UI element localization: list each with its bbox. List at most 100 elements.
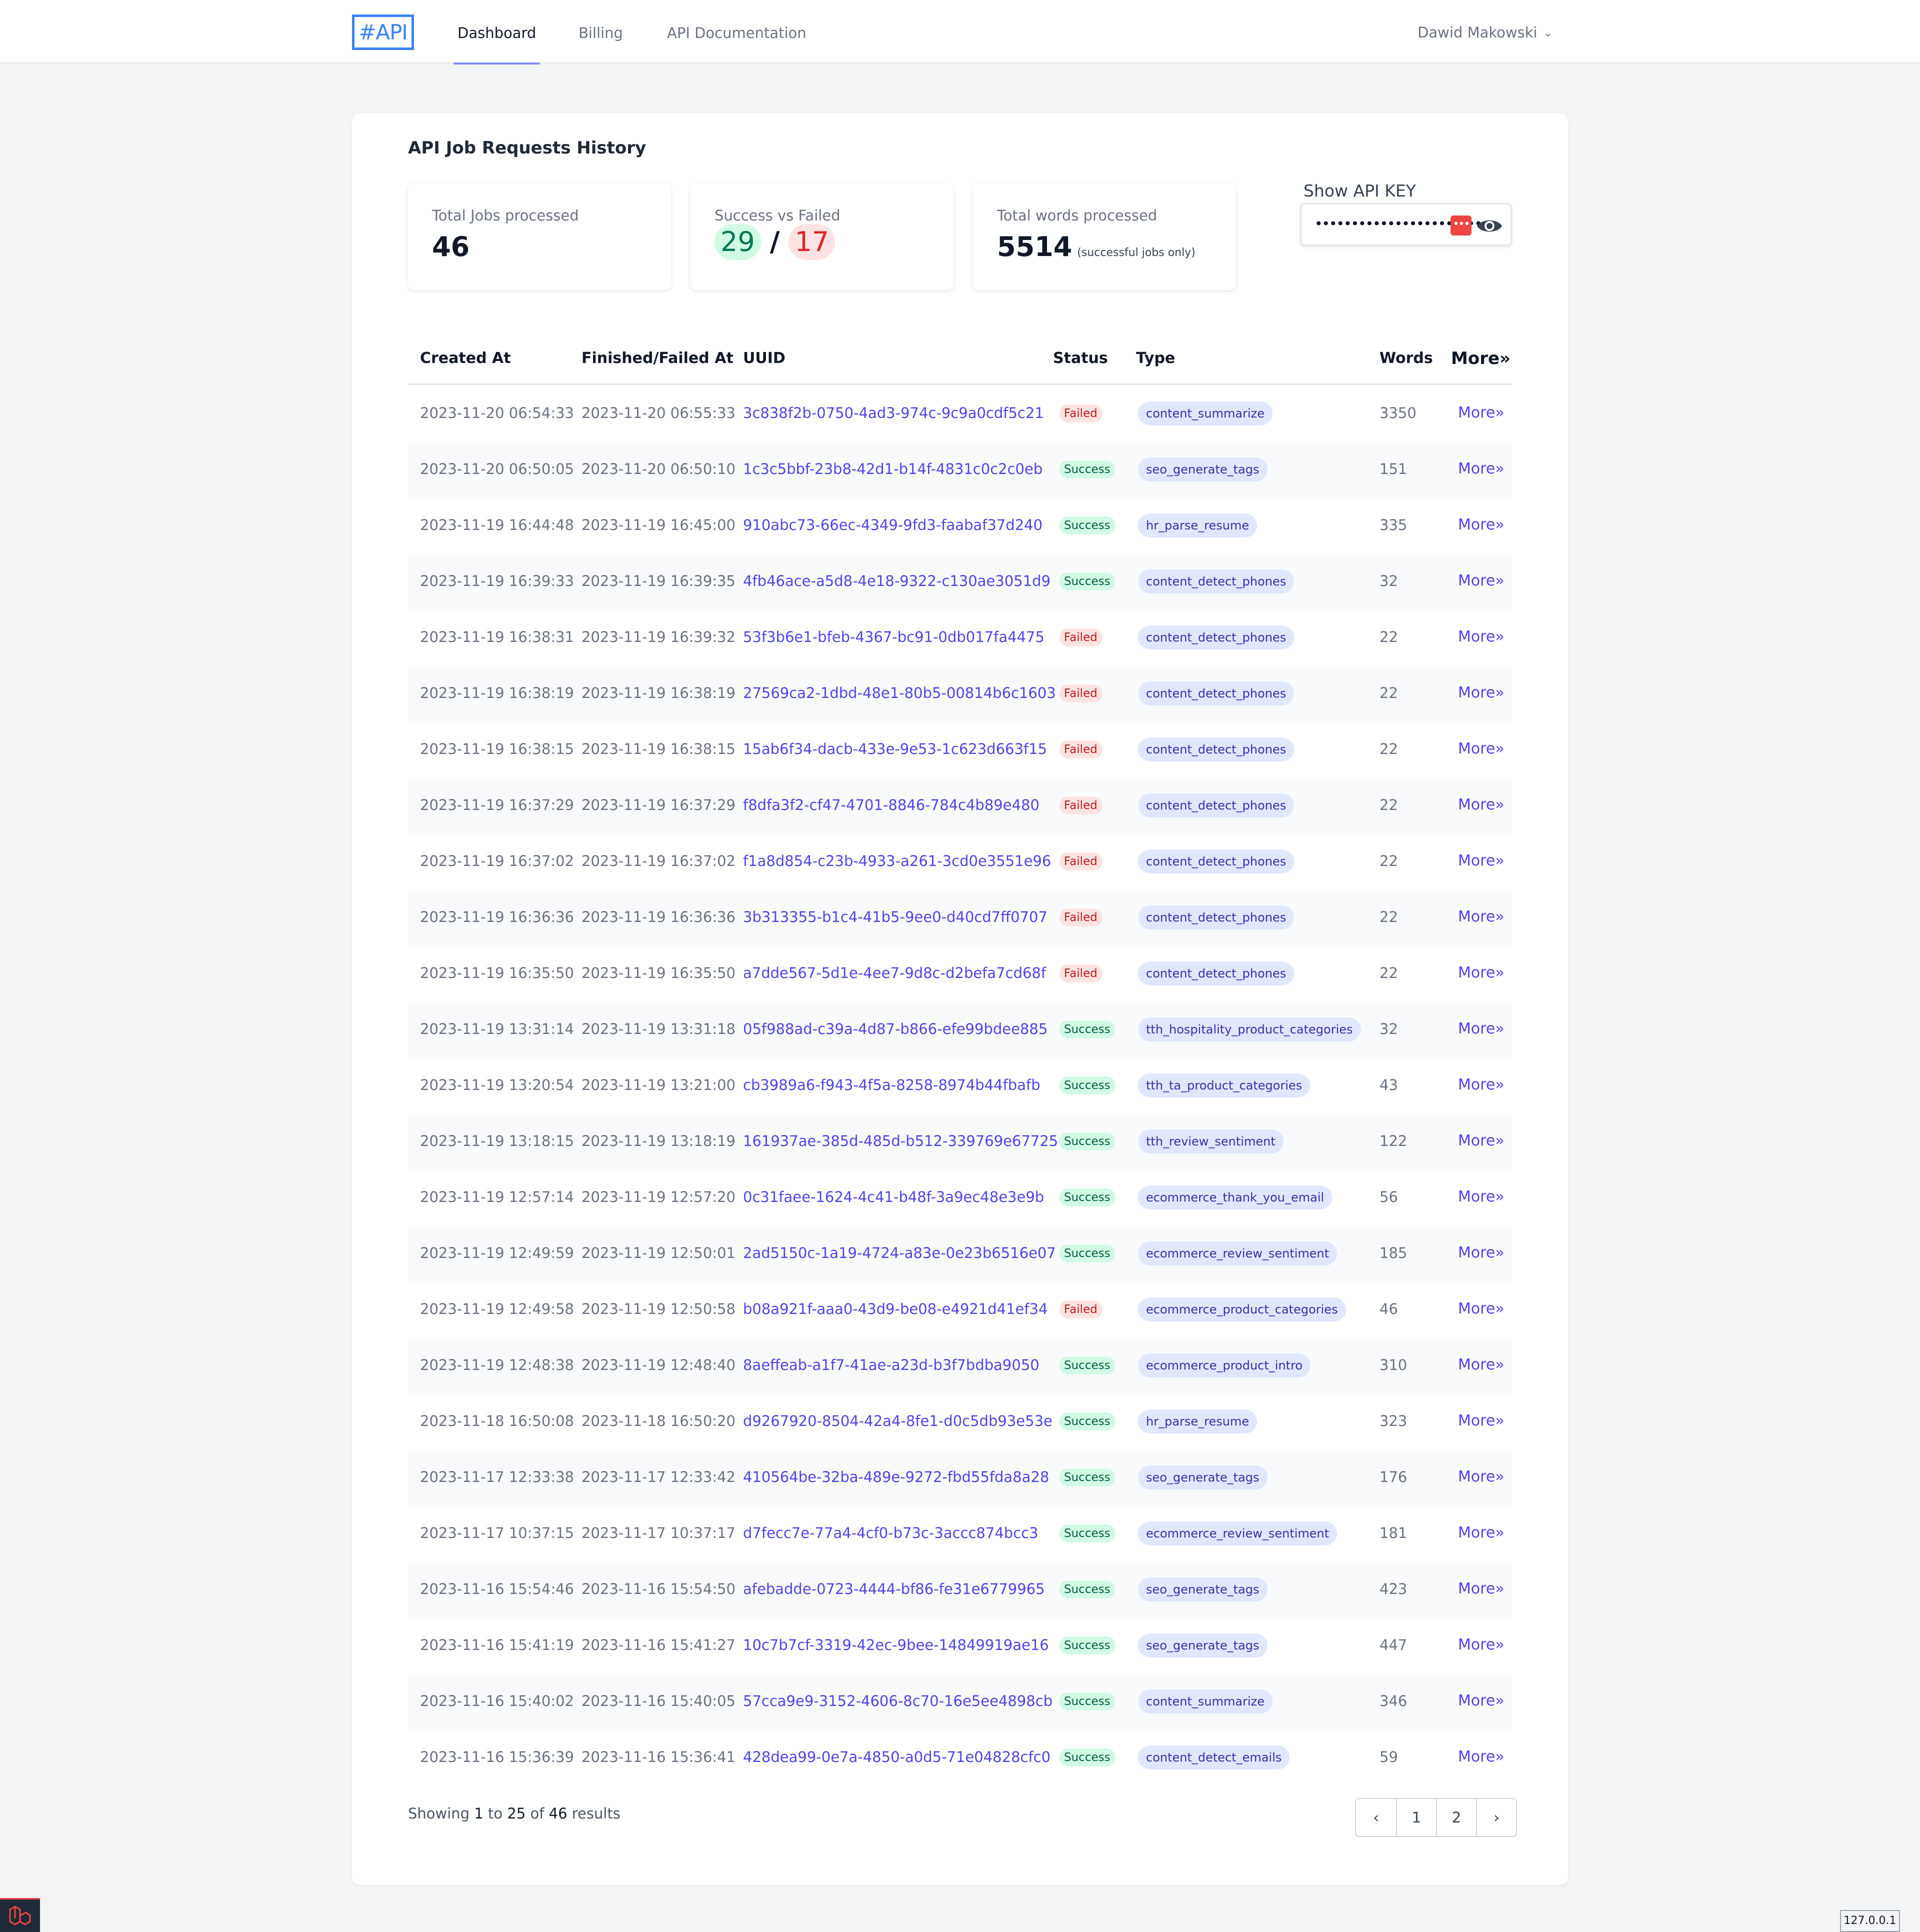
uuid-link[interactable]: a7dde567-5d1e-4ee7-9d8c-d2befa7cd68f xyxy=(743,945,1046,1001)
showing-prefix: Showing xyxy=(408,1805,470,1822)
uuid-link[interactable]: f8dfa3f2-cf47-4701-8846-784c4b89e480 xyxy=(743,777,1040,833)
uuid-link[interactable]: 2ad5150c-1a19-4724-a83e-0e23b6516e07 xyxy=(743,1225,1056,1281)
more-link[interactable]: More» xyxy=(1458,441,1504,497)
uuid-link[interactable]: 05f988ad-c39a-4d87-b866-efe99bdee885 xyxy=(743,1001,1048,1057)
more-link[interactable]: More» xyxy=(1458,1057,1504,1113)
more-link[interactable]: More» xyxy=(1458,665,1504,721)
more-link[interactable]: More» xyxy=(1458,1337,1504,1393)
uuid-link[interactable]: b08a921f-aaa0-43d9-be08-e4921d41ef34 xyxy=(743,1281,1048,1337)
failed-count: 17 xyxy=(788,224,836,260)
words-cell: 22 xyxy=(1380,908,1398,926)
more-link[interactable]: More» xyxy=(1458,1281,1504,1337)
created-at-cell: 2023-11-17 10:37:15 xyxy=(420,1524,574,1542)
table-header: Created At Finished/Failed At UUID Statu… xyxy=(408,331,1512,385)
uuid-link[interactable]: d7fecc7e-77a4-4cf0-b73c-3accc874bcc3 xyxy=(743,1505,1038,1561)
more-link[interactable]: More» xyxy=(1458,1449,1504,1505)
more-link[interactable]: More» xyxy=(1458,945,1504,1001)
col-finished-at: Finished/Failed At xyxy=(582,350,734,367)
table-row: 2023-11-19 12:49:58 2023-11-19 12:50:58 b0… xyxy=(408,1281,1512,1337)
uuid-link[interactable]: 4fb46ace-a5d8-4e18-9322-c130ae3051d9 xyxy=(743,553,1050,609)
uuid-link[interactable]: f1a8d854-c23b-4933-a261-3cd0e3551e96 xyxy=(743,833,1051,889)
more-link[interactable]: More» xyxy=(1458,1505,1504,1561)
more-link[interactable]: More» xyxy=(1458,1561,1504,1617)
words-cell: 22 xyxy=(1380,684,1398,702)
more-link[interactable]: More» xyxy=(1458,609,1504,665)
more-link[interactable]: More» xyxy=(1458,889,1504,945)
uuid-link[interactable]: 3b313355-b1c4-41b5-9ee0-d40cd7ff0707 xyxy=(743,889,1048,945)
table-row: 2023-11-17 10:37:15 2023-11-17 10:37:17 d7… xyxy=(408,1505,1512,1561)
uuid-link[interactable]: 0c31faee-1624-4c41-b48f-3a9ec48e3e9b xyxy=(743,1169,1044,1225)
nav-billing[interactable]: Billing xyxy=(578,0,623,64)
uuid-link[interactable]: 8aeffeab-a1f7-41ae-a23d-b3f7bdba9050 xyxy=(743,1337,1040,1393)
uuid-link[interactable]: 3c838f2b-0750-4ad3-974c-9c9a0cdf5c21 xyxy=(743,385,1044,441)
table-row: 2023-11-19 16:38:19 2023-11-19 16:38:19 27… xyxy=(408,665,1512,721)
type-badge: content_detect_phones xyxy=(1138,570,1294,594)
page-2-button[interactable]: 2 xyxy=(1436,1799,1476,1836)
status-badge: Success xyxy=(1059,1244,1116,1262)
uuid-link[interactable]: 1c3c5bbf-23b8-42d1-b14f-4831c0c2c0eb xyxy=(743,441,1042,497)
api-key-field[interactable]: ••••••••••••••••••••••• ••• xyxy=(1300,203,1512,246)
words-note: (successful jobs only) xyxy=(1077,246,1196,259)
words-cell: 151 xyxy=(1380,460,1408,478)
more-link[interactable]: More» xyxy=(1458,1393,1504,1449)
uuid-link[interactable]: 57cca9e9-3152-4606-8c70-16e5ee4898cb xyxy=(743,1673,1052,1729)
finished-at-cell: 2023-11-19 13:31:18 xyxy=(582,1020,736,1038)
next-page-button[interactable]: › xyxy=(1476,1799,1516,1836)
nav-api-documentation[interactable]: API Documentation xyxy=(667,0,806,64)
more-link[interactable]: More» xyxy=(1458,1001,1504,1057)
more-link[interactable]: More» xyxy=(1458,1113,1504,1169)
more-link[interactable]: More» xyxy=(1458,497,1504,553)
uuid-link[interactable]: 10c7b7cf-3319-42ec-9bee-14849919ae16 xyxy=(743,1617,1049,1673)
uuid-link[interactable]: 910abc73-66ec-4349-9fd3-faabaf37d240 xyxy=(743,497,1042,553)
more-link[interactable]: More» xyxy=(1458,777,1504,833)
uuid-link[interactable]: 27569ca2-1dbd-48e1-80b5-00814b6c1603 xyxy=(743,665,1056,721)
logo[interactable]: #API xyxy=(352,14,414,50)
words-cell: 335 xyxy=(1380,516,1408,534)
more-link[interactable]: More» xyxy=(1458,385,1504,441)
showing-from: 1 xyxy=(474,1805,484,1822)
user-menu[interactable]: Dawid Makowski ⌄ xyxy=(1418,0,1552,64)
status-badge: Failed xyxy=(1059,964,1102,982)
words-cell: 181 xyxy=(1380,1524,1408,1542)
password-manager-icon[interactable]: ••• xyxy=(1450,216,1472,236)
status-badge: Success xyxy=(1059,1468,1116,1486)
eye-icon[interactable] xyxy=(1476,214,1504,238)
more-link[interactable]: More» xyxy=(1458,1169,1504,1225)
words-cell: 310 xyxy=(1380,1356,1408,1374)
table-row: 2023-11-16 15:36:39 2023-11-16 15:36:41 42… xyxy=(408,1729,1512,1785)
created-at-cell: 2023-11-19 16:35:50 xyxy=(420,964,574,982)
status-badge: Failed xyxy=(1059,740,1102,758)
more-link[interactable]: More» xyxy=(1458,833,1504,889)
finished-at-cell: 2023-11-17 10:37:17 xyxy=(582,1524,736,1542)
uuid-link[interactable]: 161937ae-385d-485d-b512-339769e67725 xyxy=(743,1113,1058,1169)
more-link[interactable]: More» xyxy=(1458,1225,1504,1281)
more-link[interactable]: More» xyxy=(1458,553,1504,609)
uuid-link[interactable]: 15ab6f34-dacb-433e-9e53-1c623d663f15 xyxy=(743,721,1047,777)
col-status: Status xyxy=(1053,350,1108,367)
more-link[interactable]: More» xyxy=(1458,1729,1504,1785)
words-cell: 22 xyxy=(1380,628,1398,646)
finished-at-cell: 2023-11-19 16:45:00 xyxy=(582,516,736,534)
more-link[interactable]: More» xyxy=(1458,1617,1504,1673)
nav-dashboard[interactable]: Dashboard xyxy=(453,0,540,64)
separator: / xyxy=(770,226,780,258)
finished-at-cell: 2023-11-19 13:18:19 xyxy=(582,1132,736,1150)
uuid-link[interactable]: cb3989a6-f943-4f5a-8258-8974b44fbafb xyxy=(743,1057,1040,1113)
uuid-link[interactable]: d9267920-8504-42a4-8fe1-d0c5db93e53e xyxy=(743,1393,1052,1449)
uuid-link[interactable]: 410564be-32ba-489e-9272-fbd55fda8a28 xyxy=(743,1449,1049,1505)
debugbar-laravel-icon[interactable] xyxy=(0,1898,40,1932)
uuid-link[interactable]: 53f3b6e1-bfeb-4367-bc91-0db017fa4475 xyxy=(743,609,1044,665)
table-row: 2023-11-19 12:57:14 2023-11-19 12:57:20 0c… xyxy=(408,1169,1512,1225)
uuid-link[interactable]: afebadde-0723-4444-bf86-fe31e6779965 xyxy=(743,1561,1045,1617)
status-badge: Failed xyxy=(1059,404,1102,422)
table-row: 2023-11-19 13:18:15 2023-11-19 13:18:19 16… xyxy=(408,1113,1512,1169)
created-at-cell: 2023-11-19 16:44:48 xyxy=(420,516,574,534)
more-link[interactable]: More» xyxy=(1458,721,1504,777)
success-count: 29 xyxy=(714,224,761,260)
more-link[interactable]: More» xyxy=(1458,1673,1504,1729)
page-1-button[interactable]: 1 xyxy=(1396,1799,1436,1836)
prev-page-button[interactable]: ‹ xyxy=(1356,1799,1396,1836)
type-badge: seo_generate_tags xyxy=(1138,1634,1268,1658)
created-at-cell: 2023-11-16 15:36:39 xyxy=(420,1748,574,1766)
uuid-link[interactable]: 428dea99-0e7a-4850-a0d5-71e04828cfc0 xyxy=(743,1729,1050,1785)
